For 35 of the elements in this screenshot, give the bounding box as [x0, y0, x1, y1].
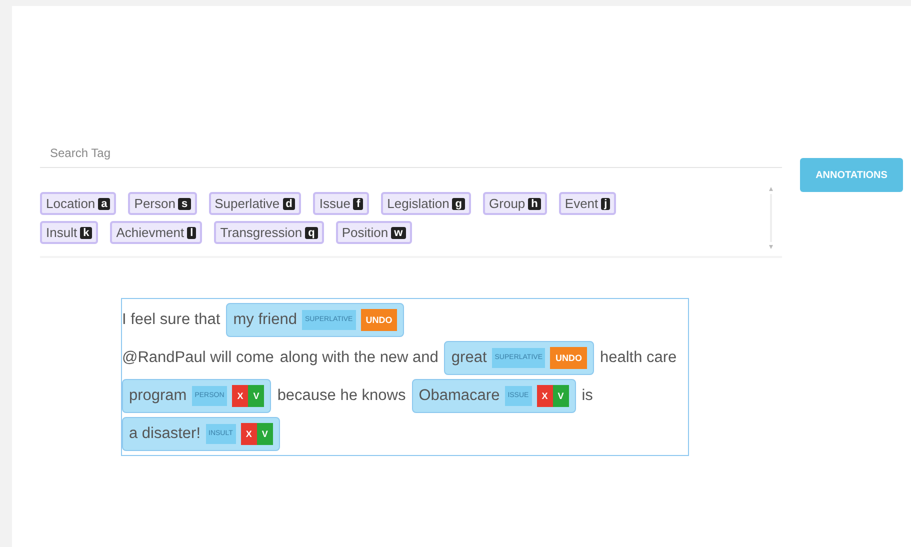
- tag-button[interactable]: Insult k: [40, 221, 98, 244]
- tag-button[interactable]: Location a: [40, 192, 116, 215]
- document-text: health care: [600, 349, 677, 366]
- tag-button[interactable]: Person s: [128, 192, 197, 215]
- reject-button[interactable]: X: [232, 385, 248, 407]
- shortcut-key: s: [178, 198, 191, 210]
- shortcut-key: w: [391, 226, 406, 238]
- document-text: @RandPaul will come: [122, 349, 274, 366]
- shortcut-key: q: [305, 226, 318, 238]
- tag-button[interactable]: Event j: [558, 192, 616, 215]
- shortcut-key: l: [187, 226, 196, 238]
- shortcut-key: f: [353, 198, 364, 210]
- tag-button[interactable]: Issue f: [313, 192, 370, 215]
- document-text: along with the new and: [280, 349, 438, 366]
- shortcut-key: d: [282, 198, 296, 210]
- scrollbar[interactable]: [768, 186, 774, 250]
- shortcut-key: j: [601, 198, 610, 210]
- document-text: I feel sure that: [122, 311, 220, 328]
- accept-button[interactable]: V: [256, 423, 273, 445]
- accept-button[interactable]: V: [552, 385, 569, 407]
- document-text: because he knows: [277, 387, 406, 404]
- shortcut-key: a: [98, 198, 110, 210]
- tag-button[interactable]: Superlative d: [208, 192, 302, 215]
- shortcut-key: k: [80, 226, 92, 238]
- shortcut-key: h: [528, 198, 541, 210]
- tag-button[interactable]: Transgression q: [214, 221, 324, 244]
- document-text: is: [582, 387, 593, 404]
- tag-button[interactable]: Achievment l: [110, 221, 202, 244]
- tag-button[interactable]: Group h: [483, 192, 547, 215]
- reject-button[interactable]: X: [240, 423, 257, 445]
- tag-button[interactable]: Position w: [336, 221, 412, 244]
- shortcut-key: g: [452, 198, 466, 210]
- reject-button[interactable]: X: [536, 385, 553, 407]
- accept-button[interactable]: V: [248, 385, 264, 407]
- tag-button[interactable]: Legislation g: [381, 192, 472, 215]
